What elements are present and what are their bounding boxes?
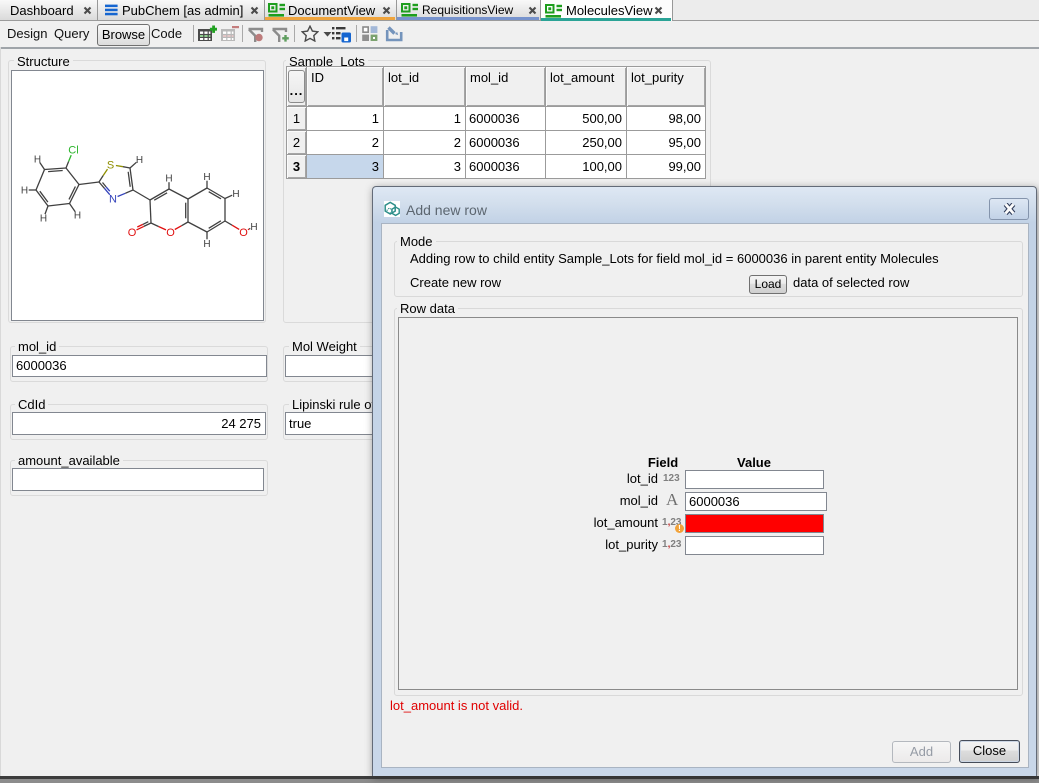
svg-text:H: H	[232, 189, 239, 200]
svg-text:Cl: Cl	[68, 145, 78, 157]
svg-text:H: H	[250, 222, 257, 233]
svg-text:H: H	[165, 174, 172, 185]
svg-text:N: N	[109, 194, 117, 206]
svg-text:H: H	[136, 155, 143, 166]
svg-text:H: H	[21, 186, 28, 197]
svg-text:O: O	[166, 227, 175, 239]
svg-text:O: O	[239, 227, 248, 239]
svg-text:S: S	[107, 160, 114, 172]
svg-text:O: O	[128, 227, 137, 239]
svg-text:H: H	[74, 211, 81, 222]
svg-text:H: H	[40, 214, 47, 225]
svg-text:H: H	[203, 239, 210, 250]
svg-text:H: H	[34, 155, 41, 166]
svg-text:H: H	[203, 172, 210, 183]
